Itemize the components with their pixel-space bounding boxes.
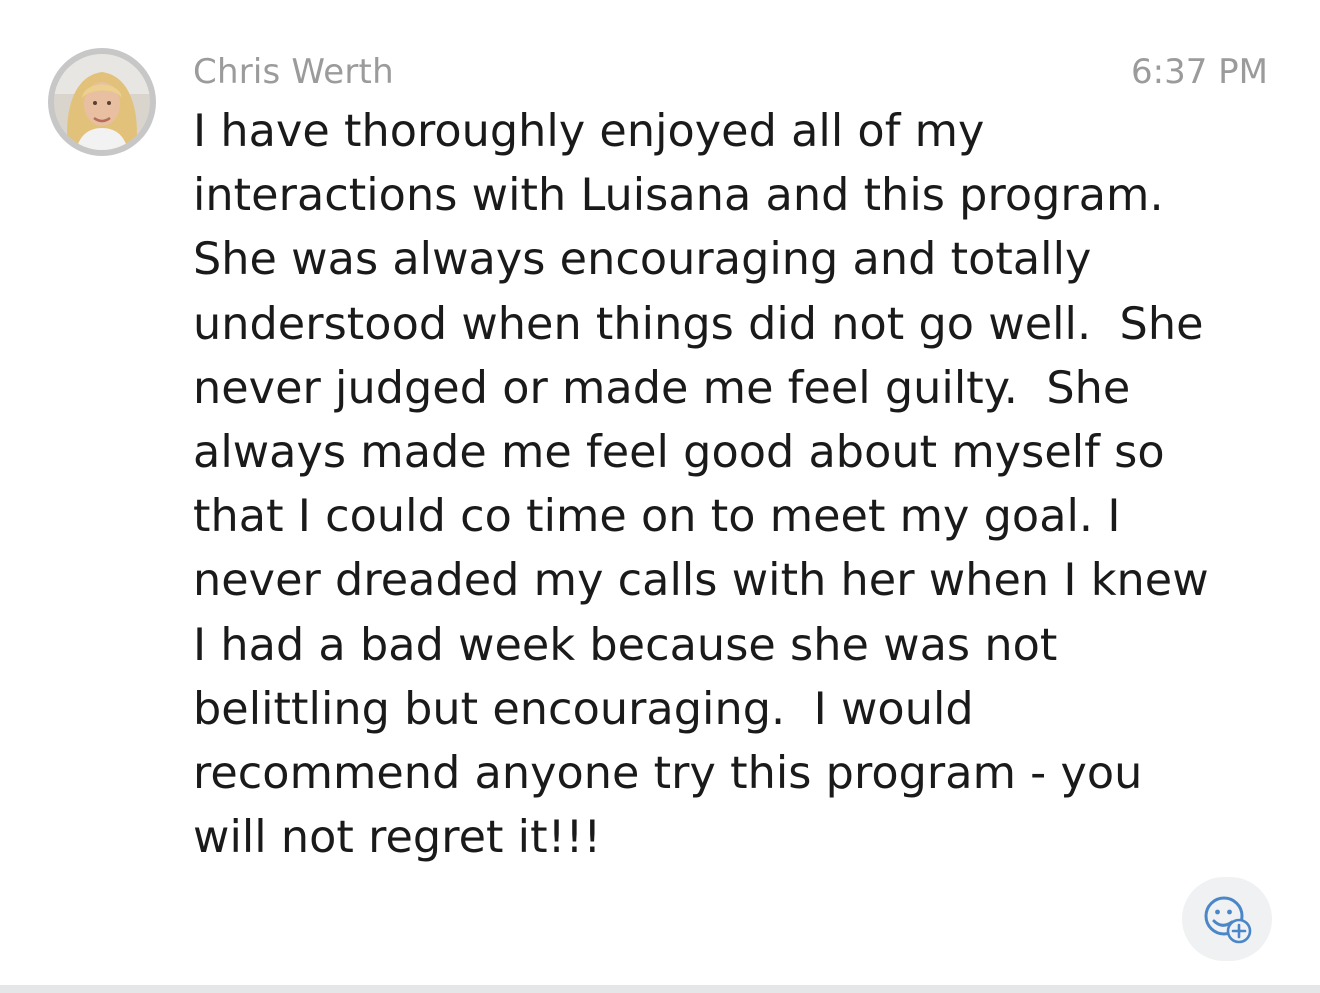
bottom-divider [0, 985, 1320, 993]
user-avatar-photo [54, 54, 150, 150]
message-timestamp: 6:37 PM [1131, 52, 1268, 92]
sender-name: Chris Werth [193, 52, 394, 92]
chat-message: Chris Werth 6:37 PM I have thoroughly en… [0, 0, 1320, 985]
message-body: I have thoroughly enjoyed all of my inte… [193, 106, 1209, 864]
add-reaction-emoji-icon [1204, 896, 1252, 944]
add-reaction-button[interactable] [1182, 877, 1272, 961]
avatar[interactable] [48, 48, 156, 156]
